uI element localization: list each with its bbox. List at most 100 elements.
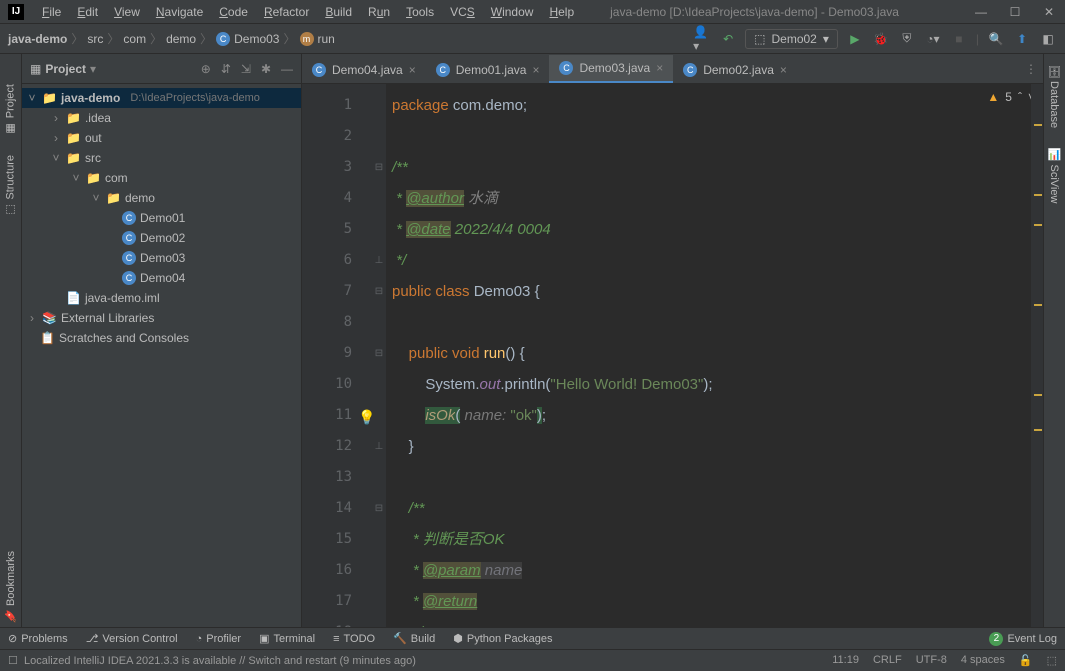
left-rail: ▦ Project ⬚ Structure <box>0 54 22 627</box>
menu-file[interactable]: File <box>36 3 67 21</box>
tree-com[interactable]: ˅📁com <box>22 168 301 188</box>
tree-demo[interactable]: ˅📁demo <box>22 188 301 208</box>
tree-iml[interactable]: 📄java-demo.iml <box>22 288 301 308</box>
tab-demo03[interactable]: CDemo03.java× <box>549 55 673 83</box>
vcs-button[interactable]: ⎇ Version Control <box>86 632 178 645</box>
tree-file-demo04[interactable]: CDemo04 <box>22 268 301 288</box>
rail-structure[interactable]: ⬚ Structure <box>4 155 17 217</box>
tab-more-icon[interactable]: ⋮ <box>1025 62 1037 76</box>
line-gutter: 123456789101112131415161718 <box>302 84 372 627</box>
menu-code[interactable]: Code <box>213 3 254 21</box>
tab-demo02[interactable]: CDemo02.java× <box>673 57 797 83</box>
menu-view[interactable]: View <box>108 3 146 21</box>
tab-demo04[interactable]: CDemo04.java× <box>302 57 426 83</box>
collapse-icon[interactable]: ⇲ <box>241 62 251 76</box>
rail-bookmarks[interactable]: 🔖 Bookmarks <box>0 547 21 627</box>
method-icon: m <box>300 32 314 46</box>
tree-scratches[interactable]: 📋Scratches and Consoles <box>22 328 301 348</box>
tab-demo01[interactable]: CDemo01.java× <box>426 57 550 83</box>
menu-refactor[interactable]: Refactor <box>258 3 315 21</box>
crumb-class[interactable]: Demo03 <box>234 32 279 46</box>
ide-features-icon[interactable]: ◧ <box>1039 30 1057 48</box>
line-sep[interactable]: CRLF <box>873 654 902 667</box>
menu-vcs[interactable]: VCS <box>444 3 481 21</box>
project-title[interactable]: Project <box>45 62 86 76</box>
update-icon[interactable]: ⬆ <box>1013 30 1031 48</box>
project-panel: ▦ Project ▾ ⊕ ⇵ ⇲ ✱ — ˅📁java-demoD:\Idea… <box>22 54 302 627</box>
close-icon[interactable]: × <box>656 61 663 75</box>
editor: CDemo04.java× CDemo01.java× CDemo03.java… <box>302 54 1043 627</box>
run-button[interactable]: ▶ <box>846 30 864 48</box>
rail-sciview[interactable]: 📊 SciView <box>1048 148 1061 203</box>
main-menu: File Edit View Navigate Code Refactor Bu… <box>36 3 580 21</box>
tree-idea[interactable]: ›📁.idea <box>22 108 301 128</box>
expand-icon[interactable]: ⇵ <box>221 62 231 76</box>
window-title: java-demo [D:\IdeaProjects\java-demo] - … <box>580 5 973 19</box>
tree-file-demo02[interactable]: CDemo02 <box>22 228 301 248</box>
tree-file-demo03[interactable]: CDemo03 <box>22 248 301 268</box>
close-button[interactable]: ✕ <box>1041 5 1057 19</box>
debug-button[interactable]: 🐞 <box>872 30 890 48</box>
fold-column: ⊟⊥ ⊟⊟⊥ ⊟ <box>372 84 386 627</box>
build-button[interactable]: 🔨 Build <box>393 632 435 645</box>
error-stripe[interactable] <box>1031 84 1043 627</box>
indent[interactable]: 4 spaces <box>961 654 1005 667</box>
crumb-project[interactable]: java-demo <box>8 32 67 46</box>
rail-project[interactable]: ▦ Project <box>4 84 17 135</box>
settings-icon[interactable]: ✱ <box>261 62 271 76</box>
crumb-demo[interactable]: demo <box>166 32 196 46</box>
run-config-selector[interactable]: ⬚ Demo02 ▾ <box>745 29 838 49</box>
profiler-button[interactable]: ◔ Profiler <box>196 633 242 645</box>
code-content[interactable]: package com.demo; /** * @author 水滴 * @da… <box>386 84 1031 627</box>
nav-bar: java-demo〉 src〉 com〉 demo〉 C Demo03〉 m r… <box>0 24 1065 54</box>
close-icon[interactable]: × <box>532 63 539 77</box>
app-logo: IJ <box>8 4 24 20</box>
close-icon[interactable]: × <box>409 63 416 77</box>
todo-button[interactable]: ≡ TODO <box>333 633 375 645</box>
menu-edit[interactable]: Edit <box>71 3 104 21</box>
minimize-button[interactable]: — <box>973 5 989 19</box>
inspection-indicator[interactable]: ▲5 ˆ ˅ <box>987 90 1035 104</box>
coverage-button[interactable]: ⛨ <box>898 30 916 48</box>
back-arrow-icon[interactable]: ↶ <box>719 30 737 48</box>
bottom-toolbar: ⊘ Problems ⎇ Version Control ◔ Profiler … <box>0 627 1065 649</box>
crumb-com[interactable]: com <box>123 32 146 46</box>
readonly-icon[interactable]: 🔓 <box>1019 654 1033 667</box>
menu-tools[interactable]: Tools <box>400 3 440 21</box>
close-icon[interactable]: × <box>780 63 787 77</box>
rail-database[interactable]: 🗄 Database <box>1048 64 1061 128</box>
stop-button[interactable]: ■ <box>950 30 968 48</box>
project-view-icon: ▦ <box>30 62 41 76</box>
crumb-src[interactable]: src <box>87 32 103 46</box>
event-log-button[interactable]: 2 Event Log <box>989 632 1057 646</box>
right-rail: 🗄 Database 📊 SciView <box>1043 54 1065 627</box>
menu-help[interactable]: Help <box>543 3 580 21</box>
profile-button[interactable]: ◔▾ <box>924 30 942 48</box>
status-message[interactable]: Localized IntelliJ IDEA 2021.3.3 is avai… <box>24 655 832 667</box>
memory-icon[interactable]: ⬚ <box>1047 654 1057 667</box>
tree-out[interactable]: ›📁out <box>22 128 301 148</box>
tree-file-demo01[interactable]: CDemo01 <box>22 208 301 228</box>
menu-build[interactable]: Build <box>319 3 358 21</box>
terminal-button[interactable]: ▣ Terminal <box>259 632 315 645</box>
tree-external[interactable]: ›📚External Libraries <box>22 308 301 328</box>
tree-src[interactable]: ˅📁src <box>22 148 301 168</box>
locate-icon[interactable]: ⊕ <box>201 62 211 76</box>
breadcrumb: java-demo〉 src〉 com〉 demo〉 C Demo03〉 m r… <box>8 30 693 47</box>
tree-root[interactable]: ˅📁java-demoD:\IdeaProjects\java-demo <box>22 88 301 108</box>
problems-button[interactable]: ⊘ Problems <box>8 632 68 645</box>
status-icon[interactable]: ☐ <box>8 654 18 667</box>
menu-window[interactable]: Window <box>485 3 540 21</box>
search-icon[interactable]: 🔍 <box>987 30 1005 48</box>
maximize-button[interactable]: ☐ <box>1007 5 1023 19</box>
intention-bulb-icon[interactable]: 💡 <box>358 409 375 426</box>
encoding[interactable]: UTF-8 <box>916 654 947 667</box>
title-bar: IJ File Edit View Navigate Code Refactor… <box>0 0 1065 24</box>
python-packages-button[interactable]: ⬢ Python Packages <box>453 632 552 645</box>
crumb-method[interactable]: run <box>318 32 335 46</box>
menu-navigate[interactable]: Navigate <box>150 3 209 21</box>
add-user-icon[interactable]: 👤▾ <box>693 30 711 48</box>
menu-run[interactable]: Run <box>362 3 396 21</box>
caret-position[interactable]: 11:19 <box>832 654 859 667</box>
hide-icon[interactable]: — <box>281 62 293 76</box>
